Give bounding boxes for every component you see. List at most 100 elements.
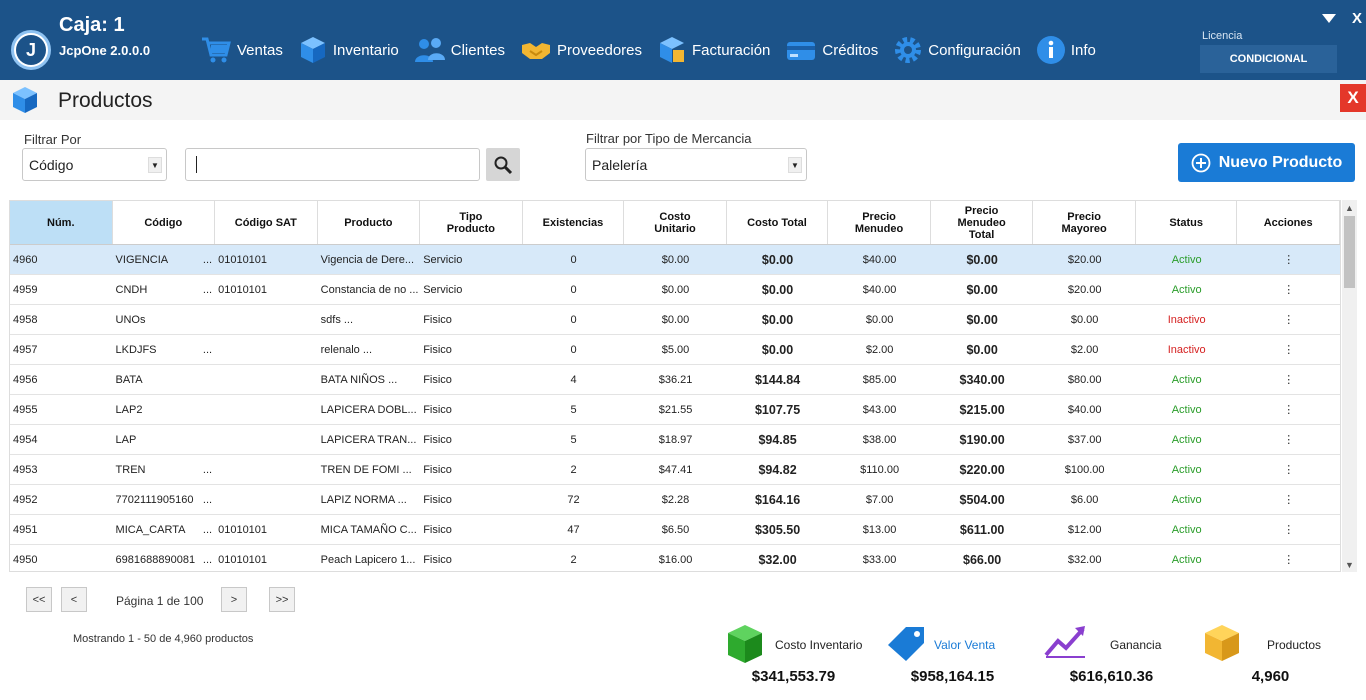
first-page-button[interactable]: << xyxy=(26,587,52,612)
table-row[interactable]: 4958 UNOs sdfs ... Fisico 0 $0.00 $0.00 $0.00 $0… xyxy=(10,305,1340,335)
app-logo: J xyxy=(11,30,51,70)
last-page-button[interactable]: >> xyxy=(269,587,295,612)
cell-precio-menudeo-total: $0.00 xyxy=(966,342,998,357)
column-header[interactable]: Existencias xyxy=(523,201,625,244)
table-row[interactable]: 4951 MICA_CARTA... 01010101 MICA TAMAÑO C..… xyxy=(10,515,1340,545)
cell-codigo: VIGENCIA... xyxy=(113,245,216,274)
row-actions-menu[interactable]: ⋮ xyxy=(1237,275,1340,304)
search-button[interactable] xyxy=(486,148,520,181)
cell-costo-unitario: $36.21 xyxy=(658,373,693,386)
nuevo-producto-label: Nuevo Producto xyxy=(1218,153,1343,171)
status-badge: Activo xyxy=(1171,253,1202,266)
row-actions-menu[interactable]: ⋮ xyxy=(1237,245,1340,274)
filtrar-por-select[interactable]: Código ▼ xyxy=(22,148,167,181)
row-actions-menu[interactable]: ⋮ xyxy=(1237,485,1340,514)
cell-costo-total: $0.00 xyxy=(761,282,794,297)
search-icon xyxy=(494,156,513,174)
row-actions-menu[interactable]: ⋮ xyxy=(1237,335,1340,364)
column-header[interactable]: Precio Menudeo xyxy=(828,201,931,244)
cell-num: 4955 xyxy=(13,403,38,416)
column-header[interactable]: Código SAT xyxy=(215,201,318,244)
codigo-more: ... xyxy=(202,493,213,506)
cell-costo-total: $144.84 xyxy=(754,372,801,387)
cell-precio-mayoreo: $32.00 xyxy=(1067,553,1102,566)
column-header[interactable]: Precio Menudeo Total xyxy=(931,201,1034,244)
table-row[interactable]: 4952 7702111905160... LAPIZ NORMA ... Fisic… xyxy=(10,485,1340,515)
table-row[interactable]: 4959 CNDH... 01010101 Constancia de no ... S… xyxy=(10,275,1340,305)
table-row[interactable]: 4950 6981688890081... 01010101 Peach Lapice… xyxy=(10,545,1340,571)
cell-existencias: 72 xyxy=(567,493,580,506)
table-row[interactable]: 4957 LKDJFS... relenalo ... Fisico 0 $5.00 $0.… xyxy=(10,335,1340,365)
nav-creditos[interactable]: Créditos xyxy=(785,35,878,65)
column-header[interactable]: Costo Unitario xyxy=(624,201,727,244)
cell-codigo-sat xyxy=(215,395,318,424)
row-actions-menu[interactable]: ⋮ xyxy=(1237,515,1340,544)
cell-codigo-sat xyxy=(215,485,318,514)
codigo-value: 6981688890081 xyxy=(115,553,196,566)
codigo-value: VIGENCIA xyxy=(115,253,169,266)
row-actions-menu[interactable]: ⋮ xyxy=(1237,395,1340,424)
tipo-mercancia-select[interactable]: Palelería ▼ xyxy=(585,148,807,181)
status-badge: Activo xyxy=(1171,403,1202,416)
column-header[interactable]: Núm. xyxy=(10,201,113,244)
row-actions-menu[interactable]: ⋮ xyxy=(1237,305,1340,334)
codigo-value: 7702111905160 xyxy=(115,493,194,506)
scroll-down-icon[interactable]: ▼ xyxy=(1342,557,1357,572)
table-row[interactable]: 4960 VIGENCIA... 01010101 Vigencia de Dere.… xyxy=(10,245,1340,275)
box-icon xyxy=(1205,625,1239,661)
cell-precio-menudeo: $110.00 xyxy=(860,463,900,476)
row-actions-menu[interactable]: ⋮ xyxy=(1237,365,1340,394)
users-icon xyxy=(414,38,445,62)
nav-ventas[interactable]: Ventas xyxy=(200,35,283,65)
info-icon xyxy=(1036,36,1065,64)
cell-precio-menudeo: $2.00 xyxy=(865,343,894,356)
row-actions-menu[interactable]: ⋮ xyxy=(1237,545,1340,571)
column-header[interactable]: Producto xyxy=(318,201,421,244)
trend-up-icon xyxy=(1044,626,1085,658)
prev-page-button[interactable]: < xyxy=(61,587,87,612)
nuevo-producto-button[interactable]: Nuevo Producto xyxy=(1178,143,1355,182)
window-close-button[interactable]: X xyxy=(1352,10,1362,27)
column-header[interactable]: Precio Mayoreo xyxy=(1033,201,1136,244)
search-input[interactable] xyxy=(185,148,480,181)
nav-inventario[interactable]: Inventario xyxy=(298,35,399,65)
table-row[interactable]: 4954 LAP LAPICERA TRAN... Fisico 5 $18.97 $94.… xyxy=(10,425,1340,455)
column-header[interactable]: Status xyxy=(1136,201,1238,244)
row-actions-menu[interactable]: ⋮ xyxy=(1237,425,1340,454)
cell-precio-mayoreo: $37.00 xyxy=(1067,433,1102,446)
column-header[interactable]: Costo Total xyxy=(727,201,829,244)
select-value: Palelería xyxy=(592,156,648,173)
chevron-down-icon[interactable] xyxy=(1322,14,1336,23)
next-page-button[interactable]: > xyxy=(221,587,247,612)
close-page-button[interactable]: X xyxy=(1340,84,1366,112)
table-row[interactable]: 4953 TREN... TREN DE FOMI ... Fisico 2 $47.41… xyxy=(10,455,1340,485)
status-badge: Activo xyxy=(1171,433,1202,446)
row-actions-menu[interactable]: ⋮ xyxy=(1237,455,1340,484)
cell-tipo: Fisico xyxy=(423,553,452,566)
column-header[interactable]: Tipo Producto xyxy=(420,201,523,244)
nav-configuracion[interactable]: Configuración xyxy=(893,35,1021,65)
codigo-more: ... xyxy=(202,253,213,266)
scroll-thumb[interactable] xyxy=(1344,216,1355,288)
table-row[interactable]: 4956 BATA BATA NIÑOS ... Fisico 4 $36.21 $144.… xyxy=(10,365,1340,395)
scroll-up-icon[interactable]: ▲ xyxy=(1342,200,1357,215)
table-scrollbar[interactable]: ▲ ▼ xyxy=(1342,200,1357,572)
cell-tipo: Fisico xyxy=(423,433,452,446)
column-header[interactable]: Acciones xyxy=(1237,201,1340,244)
table-row[interactable]: 4955 LAP2 LAPICERA DOBL... Fisico 5 $21.55 $10… xyxy=(10,395,1340,425)
nav-facturacion[interactable]: Facturación xyxy=(657,35,770,65)
nav-clientes[interactable]: Clientes xyxy=(414,35,505,65)
cell-codigo: 7702111905160... xyxy=(113,485,216,514)
cell-costo-unitario: $21.55 xyxy=(658,403,693,416)
cell-producto: BATA NIÑOS ... xyxy=(320,373,398,386)
cell-precio-mayoreo: $40.00 xyxy=(1067,403,1102,416)
cell-producto: TREN DE FOMI ... xyxy=(320,463,412,476)
cell-tipo: Fisico xyxy=(423,493,452,506)
summary-label: Productos xyxy=(1267,638,1322,652)
nav-info[interactable]: Info xyxy=(1036,35,1096,65)
plus-circle-icon xyxy=(1191,153,1211,172)
cell-existencias: 2 xyxy=(570,553,577,566)
cell-existencias: 0 xyxy=(570,313,577,326)
nav-proveedores[interactable]: Proveedores xyxy=(520,35,642,65)
column-header[interactable]: Código xyxy=(113,201,216,244)
